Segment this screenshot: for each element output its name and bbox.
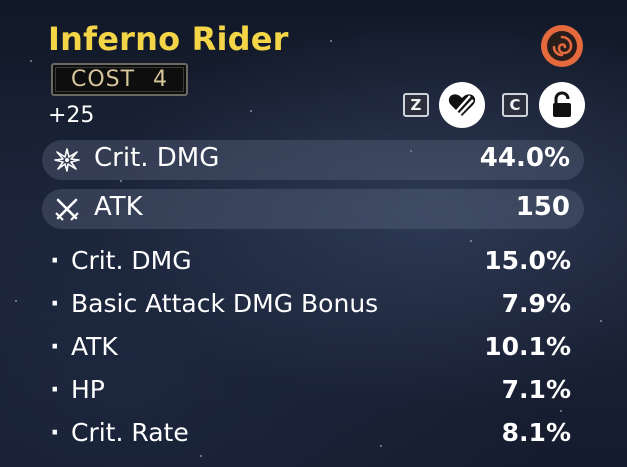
echo-level: +25 [48, 103, 95, 128]
sub-stat-row: · Crit. DMG 15.0% [50, 246, 571, 280]
atk-swords-icon [55, 198, 79, 221]
sub-stat-label: Crit. Rate [71, 418, 189, 447]
sub-stat-value: 8.1% [501, 418, 571, 447]
sub-stat-bullet: · [50, 375, 60, 404]
main-stat-row: Crit. DMG 44.0% [42, 140, 584, 180]
discard-toggle-button[interactable] [439, 82, 485, 128]
cost-label: COST 4 [55, 67, 184, 92]
sub-stat-row: · Basic Attack DMG Bonus 7.9% [50, 289, 571, 323]
sub-stat-bullet: · [50, 332, 60, 361]
heart-slash-icon [448, 94, 476, 116]
sub-stat-value: 7.9% [501, 289, 571, 318]
secondary-main-stat-label: ATK [94, 192, 143, 222]
sub-stat-label: HP [71, 375, 105, 404]
sub-stat-label: ATK [71, 332, 118, 361]
sub-stat-row: · HP 7.1% [50, 375, 571, 409]
sub-stat-value: 10.1% [484, 332, 571, 361]
main-stat-value: 44.0% [479, 143, 570, 173]
sub-stat-bullet: · [50, 289, 60, 318]
sub-stat-value: 15.0% [484, 246, 571, 275]
sub-stat-bullet: · [50, 246, 60, 275]
lock-key-hint: C [502, 93, 528, 117]
unlocked-padlock-icon [553, 91, 571, 117]
sub-stat-row: · Crit. Rate 8.1% [50, 418, 571, 452]
lock-toggle-button[interactable] [539, 82, 585, 128]
discard-key-hint: Z [403, 93, 429, 117]
echo-name: Inferno Rider [48, 20, 289, 58]
secondary-main-stat-row: ATK 150 [42, 189, 584, 229]
cost-badge: COST 4 [51, 63, 188, 96]
crit-dmg-icon [54, 148, 80, 172]
sub-stat-label: Crit. DMG [71, 246, 192, 275]
main-stat-label: Crit. DMG [94, 143, 220, 173]
sub-stat-row: · ATK 10.1% [50, 332, 571, 366]
sub-stat-bullet: · [50, 418, 60, 447]
secondary-main-stat-value: 150 [515, 192, 570, 222]
sub-stat-label: Basic Attack DMG Bonus [71, 289, 379, 318]
sonata-swirl-icon [541, 25, 583, 67]
sub-stat-value: 7.1% [501, 375, 571, 404]
